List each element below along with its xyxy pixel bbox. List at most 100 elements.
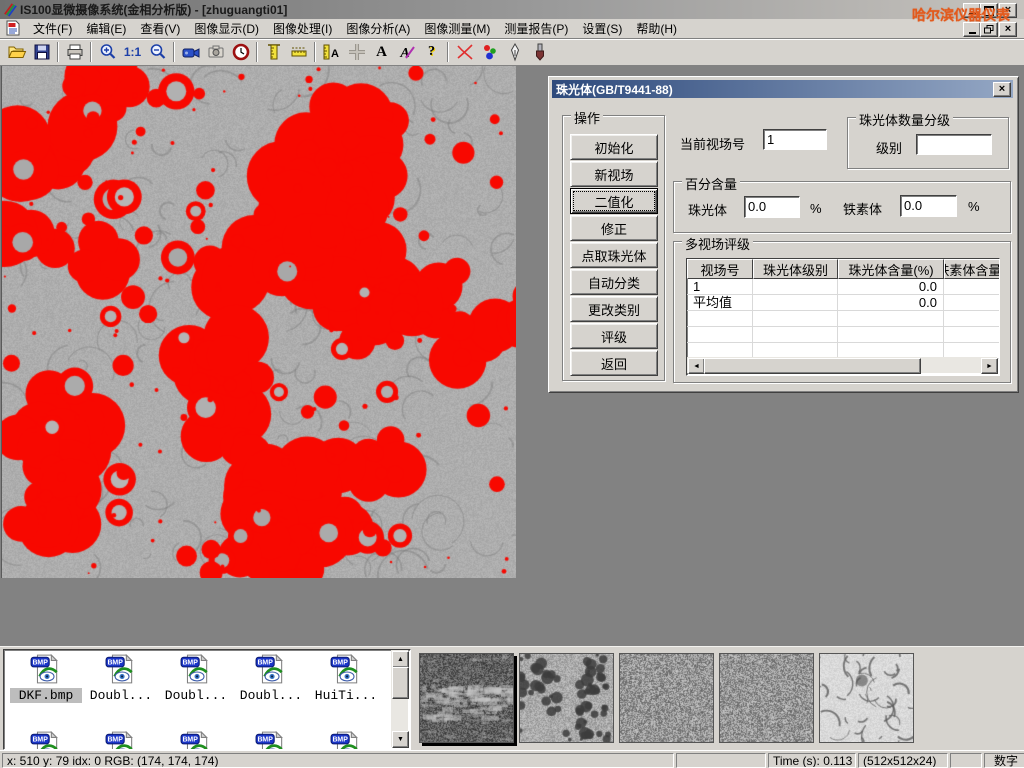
new-field-button[interactable]: 新视场 (570, 161, 658, 187)
rating-table-header: 视场号 珠光体级别 珠光体含量(%) 铁素体含量(%) (687, 259, 999, 279)
snapshot-button[interactable] (203, 41, 228, 63)
pearlite-percent-input[interactable]: 0.0 (744, 196, 800, 218)
help-button[interactable]: ? (419, 41, 444, 63)
col-ferrite-content[interactable]: 铁素体含量(%) (944, 259, 1000, 279)
zoom-in-button[interactable] (95, 41, 120, 63)
menu-view[interactable]: 查看(V) (133, 18, 187, 39)
menu-image-display[interactable]: 图像显示(D) (187, 18, 266, 39)
scroll-left-button[interactable]: ◄ (688, 358, 705, 374)
child-minimize-icon (969, 32, 976, 34)
status-time: Time (s): 0.113 (768, 753, 856, 768)
binarize-button[interactable]: 二值化 (570, 188, 658, 214)
file-item[interactable]: BMPHuiTi... (310, 653, 382, 703)
file-item[interactable]: BMPDoubl... (160, 653, 232, 703)
camera-icon (206, 42, 226, 62)
scroll-up-button[interactable]: ▲ (392, 651, 409, 668)
phase-color-button[interactable] (477, 41, 502, 63)
col-field-no[interactable]: 视场号 (687, 259, 753, 279)
video-capture-button[interactable] (178, 41, 203, 63)
menu-bar: 文件(F) 编辑(E) 查看(V) 图像显示(D) 图像处理(I) 图像分析(A… (0, 19, 1024, 39)
menu-image-measure[interactable]: 图像测量(M) (417, 18, 497, 39)
menu-help[interactable]: 帮助(H) (629, 18, 684, 39)
print-button[interactable] (62, 41, 87, 63)
file-list-vscrollbar[interactable]: ▲ ▼ (391, 650, 408, 747)
thumbnail-image[interactable] (719, 653, 814, 743)
ferrite-label: 铁素体 (843, 199, 882, 218)
file-listbox: BMPDKF.bmp BMPDoubl... BMPDoubl... BMPDo… (3, 649, 411, 750)
micrograph-image[interactable] (1, 66, 516, 578)
file-item[interactable]: BMPDKF.bmp (10, 653, 82, 703)
thumbnail-image[interactable] (519, 653, 614, 743)
multi-field-group: 多视场评级 视场号 珠光体级别 珠光体含量(%) 铁素体含量(%) 1 0.0 … (673, 241, 1011, 383)
dialog-title-bar[interactable]: 珠光体(GB/T9441-88) (552, 80, 1013, 98)
file-item[interactable]: BMP (310, 730, 382, 750)
auto-classify-button[interactable]: 自动分类 (570, 269, 658, 295)
percent-group: 百分含量 珠光体 0.0 % 铁素体 0.0 % (673, 181, 1011, 233)
scroll-right-button[interactable]: ► (981, 358, 998, 374)
init-button[interactable]: 初始化 (570, 134, 658, 160)
menu-measure-report[interactable]: 测量报告(P) (497, 18, 575, 39)
actual-size-button[interactable]: 1:1 (120, 41, 145, 63)
move-button[interactable] (344, 41, 369, 63)
brush-tool-button[interactable] (527, 41, 552, 63)
zoom-out-button[interactable] (145, 41, 170, 63)
curve-tool-button[interactable] (452, 41, 477, 63)
col-pearlite-content[interactable]: 珠光体含量(%) (838, 259, 944, 279)
line-measure-button[interactable] (286, 41, 311, 63)
bmp-file-icon: BMP (330, 653, 362, 685)
save-button[interactable] (29, 41, 54, 63)
thumbnail-image[interactable] (819, 653, 914, 743)
pen-tool-button[interactable] (502, 41, 527, 63)
file-item[interactable]: BMP (160, 730, 232, 750)
toolbar-separator (314, 42, 316, 62)
svg-text:BMP: BMP (257, 660, 273, 667)
open-button[interactable] (4, 41, 29, 63)
current-field-input[interactable]: 1 (763, 129, 827, 150)
menu-settings[interactable]: 设置(S) (575, 18, 629, 39)
menu-file[interactable]: 文件(F) (26, 18, 79, 39)
menu-image-process[interactable]: 图像处理(I) (266, 18, 339, 39)
file-item[interactable]: BMPDoubl... (85, 653, 157, 703)
print-icon (65, 42, 85, 62)
menu-edit[interactable]: 编辑(E) (79, 18, 133, 39)
status-empty-2 (950, 753, 982, 768)
help-icon: ? (428, 44, 435, 60)
table-row[interactable]: 1 0.0 (687, 279, 999, 295)
ferrite-percent-input[interactable]: 0.0 (900, 195, 957, 217)
return-button[interactable]: 返回 (570, 350, 658, 376)
curve-tool-icon (455, 42, 475, 62)
pearlite-percent-unit: % (810, 201, 822, 216)
timer-button[interactable] (228, 41, 253, 63)
calibrate-button[interactable]: A (319, 41, 344, 63)
file-item[interactable]: BMP (10, 730, 82, 750)
dialog-close-button[interactable]: × (993, 82, 1011, 97)
col-pearlite-grade[interactable]: 珠光体级别 (753, 259, 838, 279)
file-item[interactable]: BMPDoubl... (235, 653, 307, 703)
menu-image-analysis[interactable]: 图像分析(A) (339, 18, 417, 39)
thumbnail-image[interactable] (419, 653, 514, 743)
grade-input[interactable] (916, 134, 992, 155)
video-camera-icon (181, 42, 201, 62)
text-style-button[interactable]: A (394, 41, 419, 63)
correct-button[interactable]: 修正 (570, 215, 658, 241)
caliper-icon (264, 42, 284, 62)
arrow-left-icon: ◄ (693, 363, 700, 370)
pick-pearlite-button[interactable]: 点取珠光体 (570, 242, 658, 268)
file-item[interactable]: BMP (235, 730, 307, 750)
table-hscrollbar[interactable]: ◄ ► (687, 357, 997, 373)
grade-button[interactable]: 评级 (570, 323, 658, 349)
table-row[interactable]: 平均值 0.0 (687, 295, 999, 311)
app-icon (3, 2, 18, 17)
dialog-close-icon: × (999, 84, 1005, 95)
toolbar-separator (173, 42, 175, 62)
grade-field-label: 级别 (876, 138, 902, 157)
change-class-button[interactable]: 更改类别 (570, 296, 658, 322)
text-button[interactable]: A (369, 41, 394, 63)
one-to-one-icon: 1:1 (124, 45, 141, 59)
vscroll-thumb[interactable] (392, 667, 409, 699)
file-item[interactable]: BMP (85, 730, 157, 750)
scroll-down-button[interactable]: ▼ (392, 731, 409, 748)
caliper-measure-button[interactable] (261, 41, 286, 63)
thumbnail-image[interactable] (619, 653, 714, 743)
hscroll-thumb[interactable] (704, 358, 921, 374)
